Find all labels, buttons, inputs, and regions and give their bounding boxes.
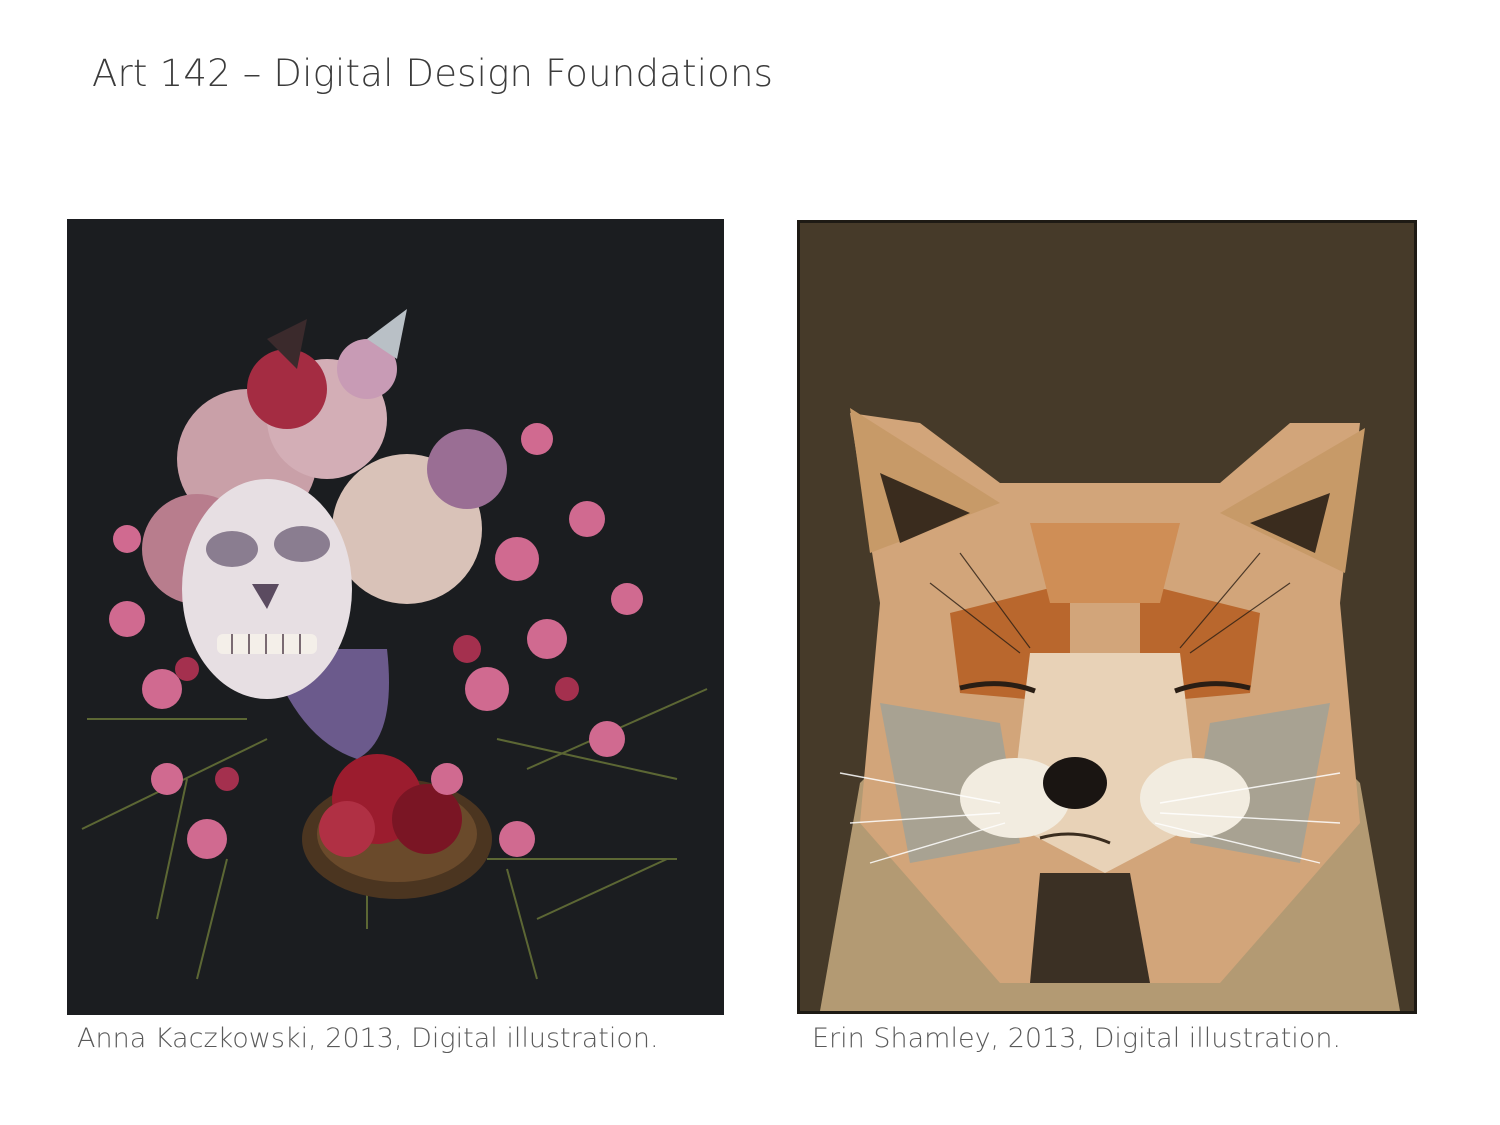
fox-illustration-graphic <box>800 223 1414 1011</box>
artwork-skull-illustration <box>67 219 724 1015</box>
artwork-fox-illustration <box>797 220 1417 1014</box>
artwork-caption-left: Anna Kaczkowski, 2013, Digital illustrat… <box>77 1023 659 1054</box>
artwork-caption-right: Erin Shamley, 2013, Digital illustration… <box>812 1023 1342 1054</box>
skull-illustration-graphic <box>67 219 724 1015</box>
slide-title: Art 142 – Digital Design Foundations <box>92 52 774 95</box>
